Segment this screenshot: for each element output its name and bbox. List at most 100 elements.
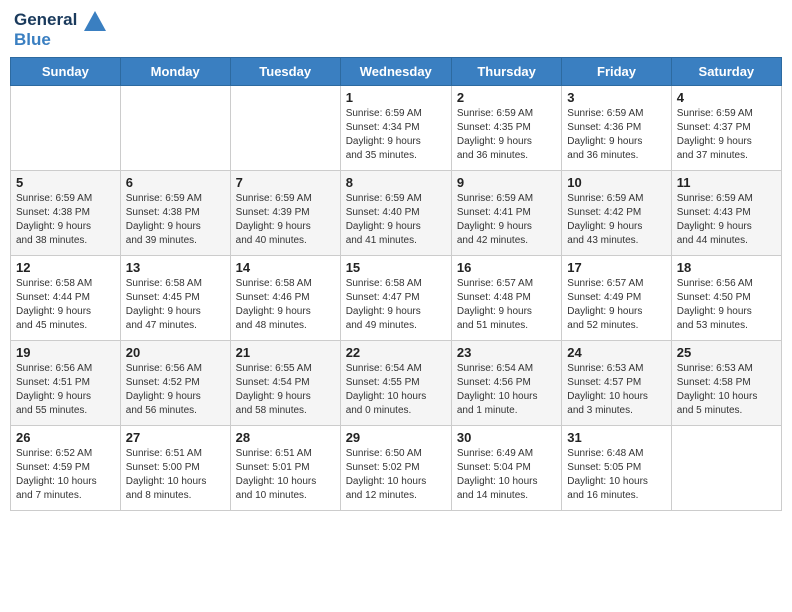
info-line: Sunrise: 6:54 AM bbox=[346, 363, 422, 374]
calendar-cell: 7Sunrise: 6:59 AMSunset: 4:39 PMDaylight… bbox=[230, 171, 340, 256]
info-line: Daylight: 9 hours bbox=[126, 221, 201, 232]
day-info: Sunrise: 6:48 AMSunset: 5:05 PMDaylight:… bbox=[567, 447, 665, 503]
info-line: Sunset: 4:42 PM bbox=[567, 207, 641, 218]
calendar-cell: 19Sunrise: 6:56 AMSunset: 4:51 PMDayligh… bbox=[11, 341, 121, 426]
logo-icon bbox=[84, 11, 106, 31]
day-info: Sunrise: 6:53 AMSunset: 4:58 PMDaylight:… bbox=[677, 362, 776, 418]
info-line: Sunrise: 6:59 AM bbox=[346, 108, 422, 119]
calendar-cell: 11Sunrise: 6:59 AMSunset: 4:43 PMDayligh… bbox=[671, 171, 781, 256]
info-line: Daylight: 10 hours bbox=[677, 391, 758, 402]
info-line: and 36 minutes. bbox=[457, 150, 528, 161]
weekday-header: Friday bbox=[562, 58, 671, 86]
info-line: and 45 minutes. bbox=[16, 320, 87, 331]
weekday-header: Saturday bbox=[671, 58, 781, 86]
day-number: 31 bbox=[567, 430, 665, 445]
info-line: Sunrise: 6:50 AM bbox=[346, 448, 422, 459]
info-line: Daylight: 9 hours bbox=[346, 306, 421, 317]
logo-blue: Blue bbox=[14, 31, 106, 50]
day-info: Sunrise: 6:53 AMSunset: 4:57 PMDaylight:… bbox=[567, 362, 665, 418]
calendar-cell: 13Sunrise: 6:58 AMSunset: 4:45 PMDayligh… bbox=[120, 256, 230, 341]
info-line: Sunset: 4:41 PM bbox=[457, 207, 531, 218]
info-line: Sunset: 5:00 PM bbox=[126, 462, 200, 473]
info-line: Sunrise: 6:59 AM bbox=[567, 193, 643, 204]
weekday-header: Sunday bbox=[11, 58, 121, 86]
calendar-cell: 5Sunrise: 6:59 AMSunset: 4:38 PMDaylight… bbox=[11, 171, 121, 256]
day-number: 28 bbox=[236, 430, 335, 445]
day-info: Sunrise: 6:59 AMSunset: 4:40 PMDaylight:… bbox=[346, 192, 446, 248]
page-header: General Blue bbox=[10, 10, 782, 49]
day-number: 17 bbox=[567, 260, 665, 275]
info-line: Sunrise: 6:59 AM bbox=[346, 193, 422, 204]
calendar-cell: 28Sunrise: 6:51 AMSunset: 5:01 PMDayligh… bbox=[230, 426, 340, 511]
info-line: Daylight: 10 hours bbox=[346, 391, 427, 402]
info-line: Sunset: 4:50 PM bbox=[677, 292, 751, 303]
calendar-cell: 10Sunrise: 6:59 AMSunset: 4:42 PMDayligh… bbox=[562, 171, 671, 256]
info-line: and 43 minutes. bbox=[567, 235, 638, 246]
calendar-cell: 24Sunrise: 6:53 AMSunset: 4:57 PMDayligh… bbox=[562, 341, 671, 426]
info-line: Sunset: 4:46 PM bbox=[236, 292, 310, 303]
info-line: Sunrise: 6:53 AM bbox=[567, 363, 643, 374]
info-line: Daylight: 9 hours bbox=[126, 391, 201, 402]
calendar-cell: 8 Sunrise: 6:59 AMSunset: 4:40 PMDaylight… bbox=[340, 171, 451, 256]
info-line: Daylight: 10 hours bbox=[16, 476, 97, 487]
info-line: Daylight: 9 hours bbox=[16, 306, 91, 317]
info-line: Sunrise: 6:49 AM bbox=[457, 448, 533, 459]
day-number: 9 bbox=[457, 175, 556, 190]
calendar-cell: 22 Sunrise: 6:54 AM Sunset: 4:55 PM Dayligh… bbox=[340, 341, 451, 426]
day-info: Sunrise: 6:59 AMSunset: 4:43 PMDaylight:… bbox=[677, 192, 776, 248]
calendar-cell: 16Sunrise: 6:57 AMSunset: 4:48 PMDayligh… bbox=[451, 256, 561, 341]
info-line: Sunset: 4:51 PM bbox=[16, 377, 90, 388]
info-line: Sunset: 4:34 PM bbox=[346, 122, 420, 133]
info-line: Sunrise: 6:59 AM bbox=[677, 193, 753, 204]
calendar-cell: 25Sunrise: 6:53 AMSunset: 4:58 PMDayligh… bbox=[671, 341, 781, 426]
info-line: Daylight: 9 hours bbox=[236, 391, 311, 402]
day-number: 21 bbox=[236, 345, 335, 360]
info-line: Daylight: 10 hours bbox=[567, 391, 648, 402]
info-line: Daylight: 9 hours bbox=[567, 306, 642, 317]
calendar-cell bbox=[120, 86, 230, 171]
info-line: Daylight: 9 hours bbox=[457, 136, 532, 147]
info-line: Sunrise: 6:56 AM bbox=[126, 363, 202, 374]
info-line: Sunset: 4:36 PM bbox=[567, 122, 641, 133]
day-info: Sunrise: 6:58 AMSunset: 4:44 PMDaylight:… bbox=[16, 277, 115, 333]
weekday-header: Monday bbox=[120, 58, 230, 86]
weekday-header: Wednesday bbox=[340, 58, 451, 86]
info-line: and 56 minutes. bbox=[126, 405, 197, 416]
day-number: 8 bbox=[346, 175, 446, 190]
day-info: Sunrise: 6:56 AMSunset: 4:52 PMDaylight:… bbox=[126, 362, 225, 418]
info-line: Daylight: 10 hours bbox=[126, 476, 207, 487]
calendar-cell: 26Sunrise: 6:52 AMSunset: 4:59 PMDayligh… bbox=[11, 426, 121, 511]
day-number: 16 bbox=[457, 260, 556, 275]
info-line: Sunrise: 6:58 AM bbox=[16, 278, 92, 289]
info-line: and 3 minutes. bbox=[567, 405, 633, 416]
info-line: Daylight: 9 hours bbox=[567, 221, 642, 232]
day-number: 22 bbox=[346, 345, 446, 360]
calendar-cell: 27Sunrise: 6:51 AMSunset: 5:00 PMDayligh… bbox=[120, 426, 230, 511]
day-number: 6 bbox=[126, 175, 225, 190]
info-line: and 52 minutes. bbox=[567, 320, 638, 331]
logo: General Blue bbox=[14, 10, 106, 49]
day-number: 26 bbox=[16, 430, 115, 445]
info-line: Sunset: 4:45 PM bbox=[126, 292, 200, 303]
info-line: and 5 minutes. bbox=[677, 405, 743, 416]
info-line: Sunrise: 6:56 AM bbox=[16, 363, 92, 374]
day-info: Sunrise: 6:59 AMSunset: 4:37 PMDaylight:… bbox=[677, 107, 776, 163]
day-info: Sunrise: 6:59 AMSunset: 4:36 PMDaylight:… bbox=[567, 107, 665, 163]
day-info: Sunrise: 6:49 AMSunset: 5:04 PMDaylight:… bbox=[457, 447, 556, 503]
info-line: Daylight: 10 hours bbox=[457, 391, 538, 402]
calendar-cell bbox=[671, 426, 781, 511]
info-line: and 37 minutes. bbox=[677, 150, 748, 161]
info-line: Sunrise: 6:51 AM bbox=[236, 448, 312, 459]
day-number: 20 bbox=[126, 345, 225, 360]
info-line: Daylight: 9 hours bbox=[236, 221, 311, 232]
calendar-cell: 15Sunrise: 6:58 AMSunset: 4:47 PMDayligh… bbox=[340, 256, 451, 341]
calendar-header: SundayMondayTuesdayWednesdayThursdayFrid… bbox=[11, 58, 782, 86]
info-line: Sunrise: 6:58 AM bbox=[126, 278, 202, 289]
info-line: Sunset: 4:55 PM bbox=[346, 377, 420, 388]
info-line: Sunrise: 6:59 AM bbox=[457, 193, 533, 204]
info-line: Sunset: 4:59 PM bbox=[16, 462, 90, 473]
info-line: Sunset: 4:38 PM bbox=[16, 207, 90, 218]
day-number: 27 bbox=[126, 430, 225, 445]
calendar-cell: 1Sunrise: 6:59 AMSunset: 4:34 PMDaylight… bbox=[340, 86, 451, 171]
calendar-cell: 3Sunrise: 6:59 AMSunset: 4:36 PMDaylight… bbox=[562, 86, 671, 171]
